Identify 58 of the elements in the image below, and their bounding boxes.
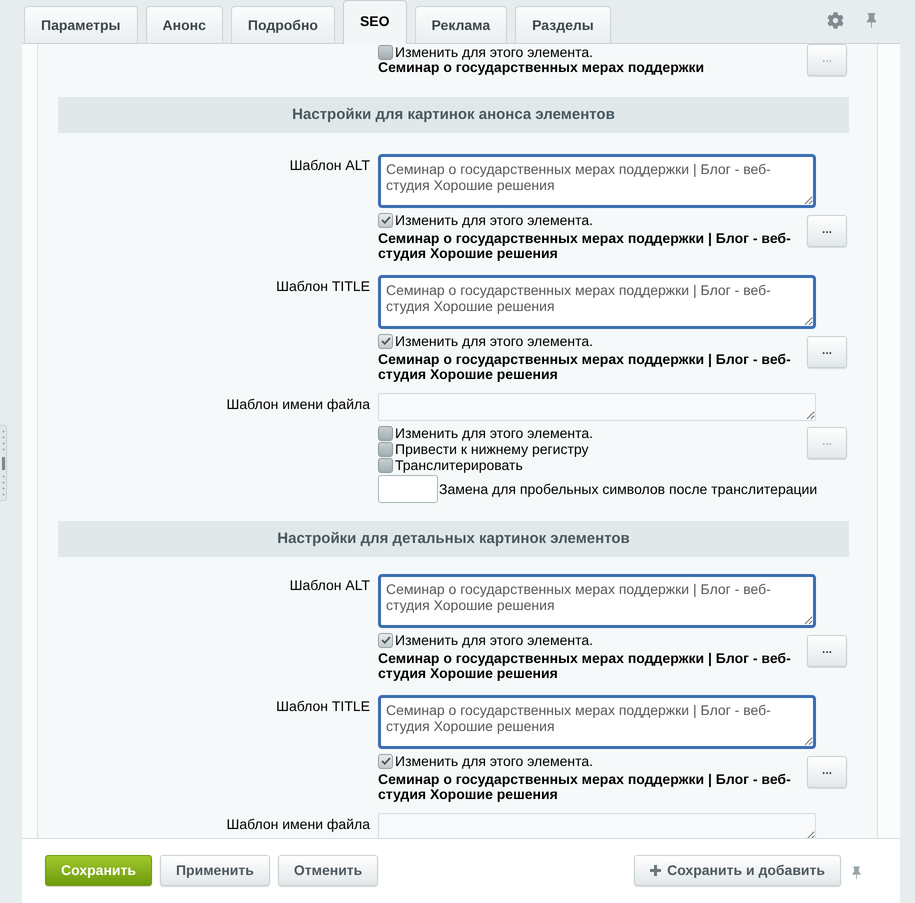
action-button[interactable]: Отменить bbox=[278, 854, 378, 886]
more-button[interactable]: ... bbox=[807, 635, 847, 667]
replacement-input[interactable] bbox=[378, 475, 438, 503]
more-button[interactable]: ... bbox=[807, 756, 847, 788]
checkbox-label: Изменить для этого элемента. bbox=[395, 425, 594, 441]
template-textarea[interactable]: Семинар о государственных мерах поддержки | Блог - веб-студия Хорошие решения bbox=[378, 695, 816, 749]
field-label: Шаблон имени файла bbox=[226, 816, 370, 832]
checkbox[interactable] bbox=[378, 458, 393, 472]
more-button[interactable]: ... bbox=[807, 215, 847, 247]
preview-text: Семинар о государственных мерах поддержки | Блог - веб-студия Хорошие решения bbox=[378, 352, 792, 382]
checkbox[interactable] bbox=[378, 632, 393, 648]
preview-text: Семинар о государственных мерах поддержки | Блог - веб-студия Хорошие решения bbox=[378, 651, 792, 681]
action-button[interactable]: Применить bbox=[160, 854, 270, 886]
field-label: Шаблон TITLE bbox=[276, 278, 370, 294]
tab[interactable]: SEO bbox=[342, 0, 407, 44]
tab[interactable]: Подробно bbox=[230, 6, 335, 43]
checkbox-label: Изменить для этого элемента. bbox=[395, 44, 594, 60]
field-label: Шаблон ALT bbox=[290, 577, 370, 593]
checkbox-label: Изменить для этого элемента. bbox=[395, 753, 594, 769]
field-label: Шаблон TITLE bbox=[276, 698, 370, 714]
pin-icon[interactable] bbox=[864, 12, 879, 28]
template-textarea[interactable]: Семинар о государственных мерах поддержки | Блог - веб-студия Хорошие решения bbox=[378, 154, 816, 208]
field-label: Шаблон имени файла bbox=[226, 396, 370, 412]
tab[interactable]: Анонс bbox=[146, 6, 223, 43]
template-textarea[interactable]: Семинар о государственных мерах поддержки | Блог - веб-студия Хорошие решения bbox=[378, 574, 816, 628]
grip-icon bbox=[2, 430, 4, 496]
preview-text: Семинар о государственных мерах поддержки bbox=[378, 60, 706, 75]
checkbox[interactable] bbox=[378, 426, 393, 440]
checkbox-label: Транслитерировать bbox=[395, 457, 523, 473]
section-header: Настройки для картинок анонса элементов bbox=[58, 97, 849, 133]
checkbox-label: Изменить для этого элемента. bbox=[395, 632, 594, 648]
collapse-handle[interactable] bbox=[0, 425, 7, 501]
checkbox-label: Привести к нижнему регистру bbox=[395, 441, 589, 457]
settings-icon[interactable] bbox=[827, 12, 844, 28]
checkbox-label: Изменить для этого элемента. bbox=[395, 333, 594, 349]
section-header: Настройки для детальных картинок элементов bbox=[58, 521, 849, 557]
more-button[interactable]: ... bbox=[807, 336, 847, 368]
replacement-label: Замена для пробельных символов после транслитерации bbox=[439, 481, 818, 497]
checkbox[interactable] bbox=[378, 212, 393, 228]
check-icon bbox=[380, 636, 390, 644]
check-icon bbox=[380, 337, 390, 345]
checkbox[interactable] bbox=[378, 442, 393, 456]
checkbox[interactable] bbox=[378, 334, 393, 348]
check-icon bbox=[380, 757, 390, 765]
template-textarea[interactable]: Семинар о государственных мерах поддержки | Блог - веб-студия Хорошие решения bbox=[378, 275, 816, 329]
checkbox[interactable] bbox=[378, 754, 393, 768]
save-and-add-button[interactable]: Сохранить и добавить bbox=[634, 854, 841, 886]
checkbox[interactable] bbox=[378, 44, 393, 60]
check-icon bbox=[380, 216, 390, 224]
tab[interactable]: Параметры bbox=[24, 6, 138, 43]
preview-text: Семинар о государственных мерах поддержки | Блог - веб-студия Хорошие решения bbox=[378, 231, 792, 261]
tab[interactable]: Разделы bbox=[515, 6, 611, 43]
checkbox-label: Изменить для этого элемента. bbox=[395, 212, 594, 228]
pin-icon[interactable] bbox=[850, 865, 863, 881]
tab[interactable]: Реклама bbox=[414, 6, 508, 43]
field-label: Шаблон ALT bbox=[290, 157, 370, 173]
plus-icon bbox=[650, 864, 662, 876]
preview-text: Семинар о государственных мерах поддержки | Блог - веб-студия Хорошие решения bbox=[378, 772, 792, 802]
